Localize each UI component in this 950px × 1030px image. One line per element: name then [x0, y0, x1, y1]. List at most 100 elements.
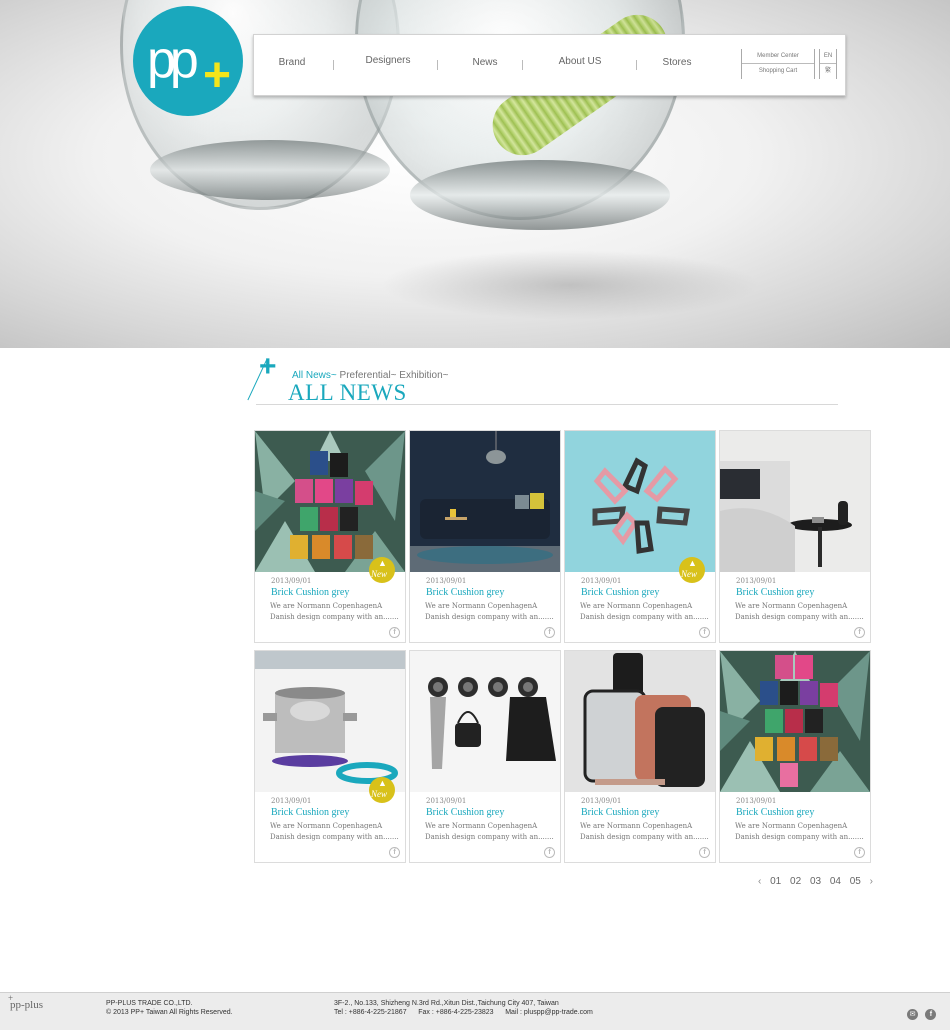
lang-zh[interactable]: 繁: [820, 63, 836, 77]
footer: + pp-plus PP-PLUS TRADE CO.,LTD. © 2013 …: [0, 992, 950, 1030]
card-desc-line: We are Normann CopenhagenA: [735, 822, 848, 830]
account-links: Member Center Shopping Cart: [741, 49, 815, 79]
card-desc-line: We are Normann CopenhagenA: [735, 602, 848, 610]
card-desc-line: We are Normann CopenhagenA: [580, 602, 693, 610]
bedside-image-art: [720, 431, 870, 572]
footer-logo-plus: +: [8, 993, 14, 1003]
logo-plus: +: [203, 49, 232, 102]
nav-about-us[interactable]: About US: [554, 56, 606, 67]
facebook-share-icon[interactable]: f: [854, 847, 865, 858]
section-divider: [256, 404, 838, 405]
new-badge-text: New: [681, 569, 698, 579]
card-image-phone: [565, 651, 715, 792]
facebook-share-icon[interactable]: f: [699, 627, 710, 638]
card-image-peelers: [565, 431, 715, 572]
nav-divider: [636, 60, 637, 70]
card-description: We are Normann CopenhagenA Danish design…: [735, 601, 865, 623]
contact-line: Tel : +886-4-225-21867 Fax : +886-4-225-…: [334, 1009, 593, 1016]
facebook-share-icon[interactable]: f: [389, 627, 400, 638]
brand-logo[interactable]: pp +: [133, 6, 243, 116]
card-date: 2013/09/01: [426, 797, 467, 805]
card-description: We are Normann CopenhagenA Danish design…: [270, 821, 400, 843]
footer-logo[interactable]: + pp-plus: [8, 993, 43, 1011]
new-badge: ▲ New: [679, 557, 705, 583]
card-date: 2013/09/01: [426, 577, 467, 585]
next-page-icon[interactable]: ›: [870, 876, 873, 887]
card-desc-line: We are Normann CopenhagenA: [425, 602, 538, 610]
facebook-share-icon[interactable]: f: [544, 627, 555, 638]
shopping-cart-link[interactable]: Shopping Cart: [742, 63, 814, 77]
hooks-image-art: [410, 651, 560, 792]
pagination: ‹ 01 02 03 04 05 ›: [758, 876, 879, 887]
lang-en[interactable]: EN: [820, 49, 836, 63]
page-link[interactable]: 04: [830, 876, 841, 887]
news-card[interactable]: 2013/09/01 Brick Cushion grey We are Nor…: [719, 650, 871, 863]
card-title[interactable]: Brick Cushion grey: [271, 807, 349, 818]
footer-social: ✉ f: [904, 1003, 937, 1021]
prev-page-icon[interactable]: ‹: [758, 876, 761, 887]
card-title[interactable]: Brick Cushion grey: [736, 807, 814, 818]
facebook-share-icon[interactable]: f: [544, 847, 555, 858]
footer-company: PP-PLUS TRADE CO.,LTD. © 2013 PP+ Taiwan…: [106, 999, 233, 1017]
tea-image-art: [720, 651, 870, 792]
new-badge-arrow-icon: ▲: [378, 778, 387, 788]
card-date: 2013/09/01: [581, 577, 622, 585]
card-desc-line: Danish design company with an.......: [580, 833, 709, 841]
card-image-tea: [255, 431, 405, 572]
card-image-sofa: [410, 431, 560, 572]
card-description: We are Normann CopenhagenA Danish design…: [580, 601, 710, 623]
card-title[interactable]: Brick Cushion grey: [581, 807, 659, 818]
pot-image-art: [255, 651, 405, 792]
facebook-icon[interactable]: f: [925, 1009, 937, 1020]
card-desc-line: Danish design company with an.......: [735, 833, 864, 841]
news-card[interactable]: 2013/09/01 Brick Cushion grey We are Nor…: [719, 430, 871, 643]
nav-brand[interactable]: Brand: [278, 57, 306, 68]
card-title[interactable]: Brick Cushion grey: [736, 587, 814, 598]
page-link[interactable]: 03: [810, 876, 821, 887]
nav-stores[interactable]: Stores: [659, 57, 695, 68]
address-line: 3F-2., No.133, Shizheng N.3rd Rd.,Xitun …: [334, 1000, 559, 1007]
new-badge: ▲ New: [369, 777, 395, 803]
main-nav: Brand Designers News About US Stores Mem…: [253, 34, 846, 96]
member-center-link[interactable]: Member Center: [742, 49, 814, 63]
news-card[interactable]: ▲ New 2013/09/01 Brick Cushion grey We a…: [254, 430, 406, 643]
news-card[interactable]: 2013/09/01 Brick Cushion grey We are Nor…: [409, 430, 561, 643]
nav-news[interactable]: News: [469, 57, 501, 68]
nav-divider: [522, 60, 523, 70]
card-description: We are Normann CopenhagenA Danish design…: [425, 821, 555, 843]
page-link[interactable]: 02: [790, 876, 801, 887]
language-switch: EN 繁: [819, 49, 837, 79]
copyright: © 2013 PP+ Taiwan All Rights Reserved.: [106, 1009, 233, 1016]
facebook-share-icon[interactable]: f: [699, 847, 710, 858]
card-desc-line: Danish design company with an.......: [425, 833, 554, 841]
page-link[interactable]: 05: [850, 876, 861, 887]
card-title[interactable]: Brick Cushion grey: [581, 587, 659, 598]
news-card[interactable]: 2013/09/01 Brick Cushion grey We are Nor…: [409, 650, 561, 863]
card-image-pot: [255, 651, 405, 792]
facebook-share-icon[interactable]: f: [389, 847, 400, 858]
new-badge-text: New: [371, 569, 388, 579]
facebook-share-icon[interactable]: f: [854, 627, 865, 638]
news-card[interactable]: 2013/09/01 Brick Cushion grey We are Nor…: [564, 650, 716, 863]
card-desc-line: Danish design company with an.......: [580, 613, 709, 621]
page-link[interactable]: 01: [770, 876, 781, 887]
card-title[interactable]: Brick Cushion grey: [271, 587, 349, 598]
page: pp + Brand Designers News About US Store…: [0, 0, 950, 1030]
footer-logo-text: pp-plus: [10, 999, 43, 1011]
nav-designers[interactable]: Designers: [364, 55, 412, 66]
mail-icon[interactable]: ✉: [907, 1009, 918, 1020]
news-card[interactable]: ▲ New 2013/09/01 Brick Cushion grey We a…: [564, 430, 716, 643]
news-card[interactable]: ▲ New 2013/09/01 Brick Cushion grey We a…: [254, 650, 406, 863]
card-desc-line: Danish design company with an.......: [735, 613, 864, 621]
card-desc-line: Danish design company with an.......: [270, 613, 399, 621]
glass-left-base: [150, 140, 390, 200]
nav-divider: [333, 60, 334, 70]
card-title[interactable]: Brick Cushion grey: [426, 587, 504, 598]
tea-image-art: [255, 431, 405, 572]
company-name: PP-PLUS TRADE CO.,LTD.: [106, 1000, 193, 1007]
card-desc-line: We are Normann CopenhagenA: [425, 822, 538, 830]
new-badge-arrow-icon: ▲: [688, 558, 697, 568]
card-title[interactable]: Brick Cushion grey: [426, 807, 504, 818]
card-desc-line: We are Normann CopenhagenA: [580, 822, 693, 830]
card-image-hooks: [410, 651, 560, 792]
